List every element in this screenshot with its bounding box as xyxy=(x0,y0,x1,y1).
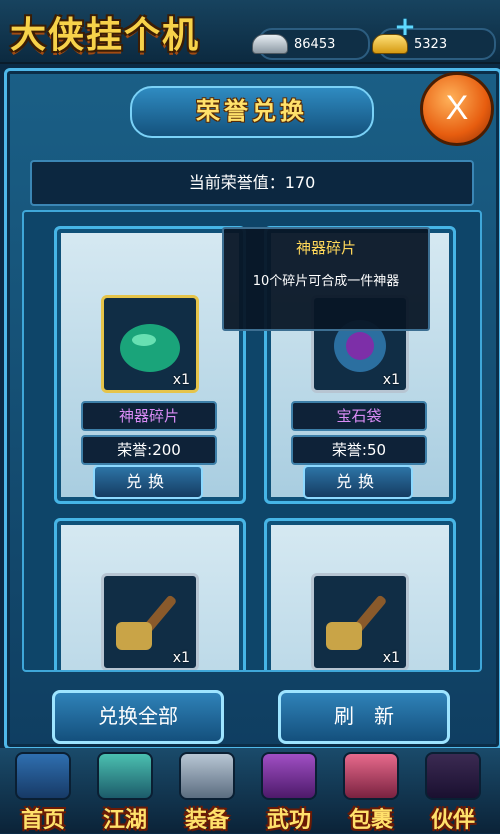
hammer-icon[interactable]: x1 xyxy=(101,573,199,670)
item-quantity: x1 xyxy=(382,372,400,388)
item-name: 神器碎片 xyxy=(81,401,217,431)
top-bar: 大侠挂个机 86453 5323 + xyxy=(0,0,500,64)
nav-equipment[interactable]: 装备 xyxy=(168,752,246,833)
nav-label: 首页 xyxy=(20,808,65,833)
artifact-shard-icon[interactable]: x1 xyxy=(101,295,199,393)
exchange-all-button[interactable]: 兑换全部 xyxy=(52,690,224,744)
martial-arts-icon xyxy=(261,752,317,800)
nav-label: 江湖 xyxy=(102,808,147,833)
bag-icon xyxy=(343,752,399,800)
nav-martial-arts[interactable]: 武功 xyxy=(250,752,328,833)
item-cost: 荣誉:50 xyxy=(291,435,427,465)
item-quantity: x1 xyxy=(172,650,190,666)
item-card: x1 xyxy=(54,518,246,670)
jianghu-icon xyxy=(97,752,153,800)
silver-ingot-icon xyxy=(252,34,288,54)
game-logo: 大侠挂个机 xyxy=(10,15,201,56)
item-cost: 荣誉:200 xyxy=(81,435,217,465)
silver-counter: 86453 xyxy=(252,28,370,60)
add-gold-button[interactable]: + xyxy=(394,14,416,40)
item-quantity: x1 xyxy=(172,372,190,388)
nav-label: 伙伴 xyxy=(430,808,475,833)
current-honor-display: 当前荣誉值：170 xyxy=(30,160,474,206)
nav-home[interactable]: 首页 xyxy=(4,752,82,833)
tooltip-description: 10个碎片可合成一件神器 xyxy=(252,274,400,289)
refresh-button[interactable]: 刷 新 xyxy=(278,690,450,744)
nav-label: 装备 xyxy=(184,808,229,833)
bottom-nav: 首页 江湖 装备 武功 包裹 伙伴 xyxy=(0,748,500,833)
item-name: 宝石袋 xyxy=(291,401,427,431)
silver-amount: 86453 xyxy=(294,36,336,52)
hammer-icon[interactable]: x1 xyxy=(311,573,409,670)
home-icon xyxy=(15,752,71,800)
item-card: x1 xyxy=(264,518,456,670)
partner-icon xyxy=(425,752,481,800)
item-tooltip: 神器碎片 10个碎片可合成一件神器 xyxy=(222,227,430,331)
exchange-button[interactable]: 兑换 xyxy=(93,465,203,499)
nav-bag[interactable]: 包裹 xyxy=(332,752,410,833)
exchange-button[interactable]: 兑换 xyxy=(303,465,413,499)
gold-amount: 5323 xyxy=(414,36,448,52)
nav-label: 武功 xyxy=(266,808,311,833)
nav-partners[interactable]: 伙伴 xyxy=(414,752,492,833)
panel-title: 荣誉兑换 xyxy=(130,86,374,138)
close-button[interactable]: X xyxy=(420,72,494,146)
item-card: x1 神器碎片 荣誉:200 兑换 xyxy=(54,226,246,504)
nav-label: 包裹 xyxy=(348,808,393,833)
item-quantity: x1 xyxy=(382,650,400,666)
equipment-icon xyxy=(179,752,235,800)
nav-jianghu[interactable]: 江湖 xyxy=(86,752,164,833)
tooltip-title: 神器碎片 xyxy=(295,239,356,257)
